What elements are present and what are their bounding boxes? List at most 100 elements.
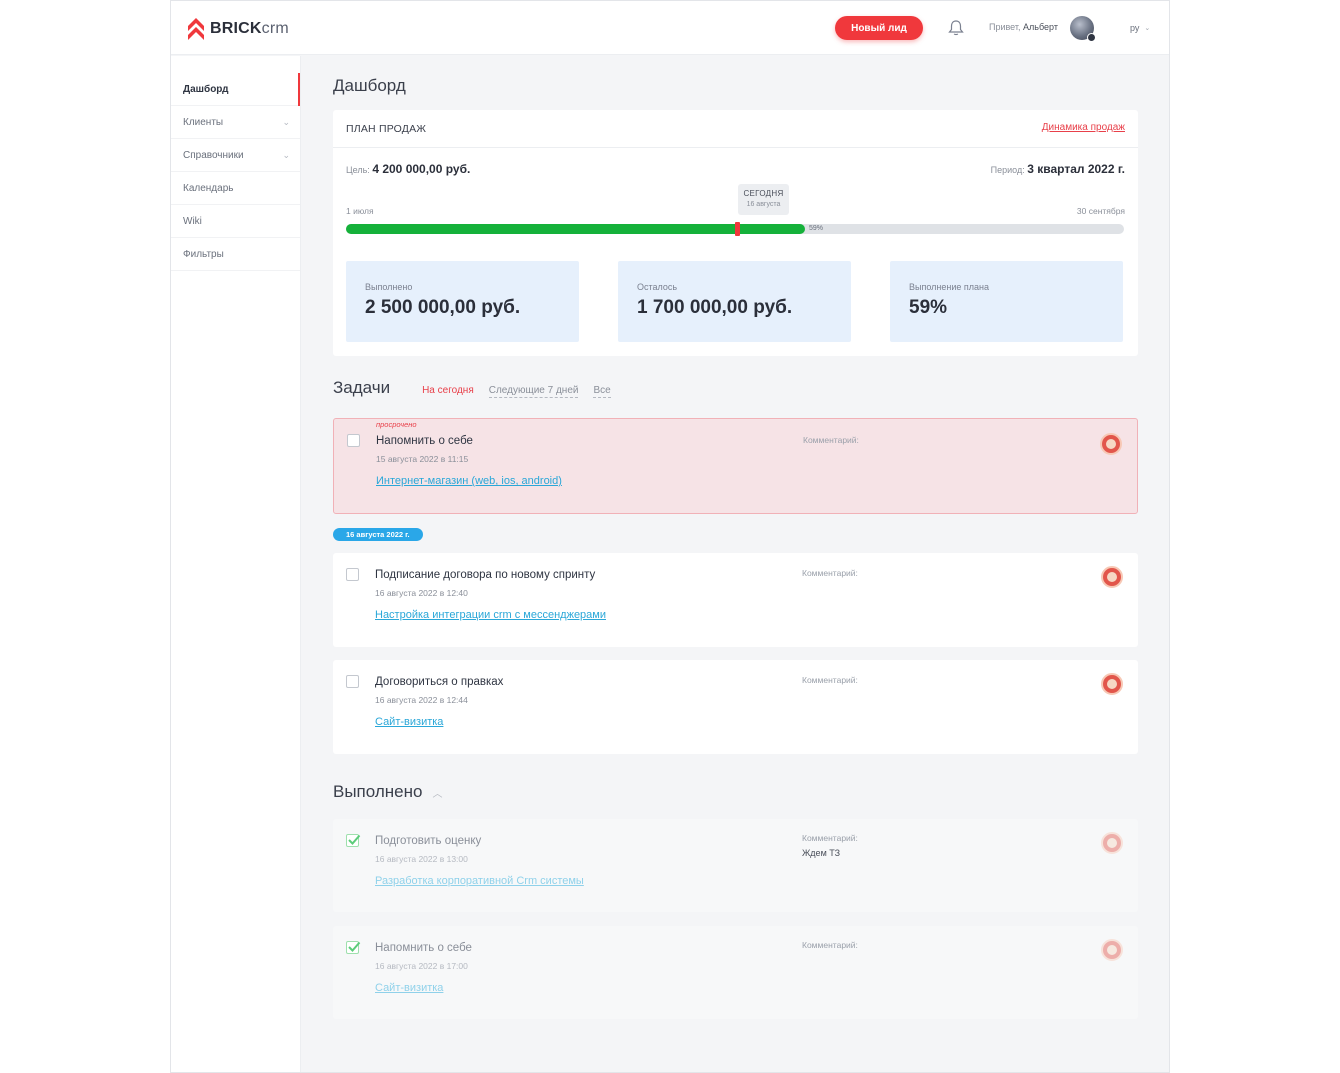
task-card[interactable]: Договориться о правках 16 августа 2022 в… (333, 660, 1138, 754)
done-section-header[interactable]: Выполнено ︿ (333, 782, 442, 802)
chevron-down-icon: ⌄ (1144, 25, 1151, 32)
stat-label: Выполнено (365, 282, 413, 292)
assignee-avatar[interactable] (1101, 939, 1123, 961)
task-name: Подписание договора по новому спринту (375, 569, 596, 581)
top-bar: BRICKcrm Новый лид Привет, Альберт ру ⌄ (171, 1, 1169, 55)
sidebar: Дашборд Клиенты ⌄ Справочники ⌄ Календарь … (171, 56, 301, 1072)
comment-label: Комментарий: (802, 940, 858, 950)
tab-today[interactable]: На сегодня (422, 385, 474, 397)
stat-completed: Выполнено 2 500 000,00 руб. (346, 261, 579, 342)
tab-next-7-days[interactable]: Следующие 7 дней (488, 385, 579, 398)
sales-plan-title: ПЛАН ПРОДАЖ (346, 123, 427, 135)
task-name: Договориться о правках (375, 676, 504, 688)
task-name: Напомнить о себе (375, 942, 472, 954)
today-marker (735, 222, 740, 236)
logo[interactable]: BRICKcrm (188, 17, 289, 41)
checkmark-icon (348, 834, 361, 845)
sidebar-item-label: Wiki (183, 215, 202, 227)
stat-plan-completion: Выполнение плана 59% (890, 261, 1123, 342)
greeting-text: Привет, (989, 22, 1021, 32)
assignee-avatar[interactable] (1101, 673, 1123, 695)
task-project-link[interactable]: Сайт-визитка (375, 982, 443, 994)
task-project-link[interactable]: Интернет-магазин (web, ios, android) (376, 475, 562, 487)
overdue-label: просрочено (376, 420, 417, 429)
sidebar-item-references[interactable]: Справочники ⌄ (171, 139, 300, 172)
comment-label: Комментарий: (802, 833, 858, 843)
progress-percent-label: 59% (809, 225, 824, 232)
greeting: Привет, Альберт (989, 22, 1058, 32)
today-label: СЕГОДНЯ (743, 189, 784, 198)
goal: Цель: 4 200 000,00 руб. (346, 162, 470, 176)
stat-label: Осталось (637, 282, 678, 292)
sales-plan-card: ПЛАН ПРОДАЖ Динамика продаж Цель: 4 200 … (333, 110, 1138, 356)
logo-text-light: crm (261, 20, 289, 37)
goal-label: Цель: (346, 165, 370, 175)
task-checkbox[interactable] (347, 434, 360, 447)
chevron-down-icon: ⌄ (282, 117, 290, 127)
logo-text-bold: BRICK (210, 20, 262, 37)
avatar-face-icon (1107, 838, 1117, 848)
comment-label: Комментарий: (802, 568, 858, 578)
period-end-label: 30 сентября (1076, 206, 1125, 216)
avatar-face-icon (1106, 439, 1116, 449)
task-card-overdue[interactable]: просрочено Напомнить о себе 15 августа 2… (333, 418, 1138, 514)
tasks-header: Задачи На сегодня Следующие 7 дней Все (333, 378, 626, 398)
stat-value: 2 500 000,00 руб. (365, 297, 521, 318)
page-title: Дашборд (333, 76, 406, 95)
stat-value: 1 700 000,00 руб. (637, 297, 793, 318)
task-name: Подготовить оценку (375, 835, 482, 847)
task-checkbox-checked[interactable] (346, 834, 361, 847)
assignee-avatar[interactable] (1101, 566, 1123, 588)
task-checkbox[interactable] (346, 675, 359, 688)
task-project-link[interactable]: Разработка корпоративной Crm системы (375, 875, 584, 887)
period-value: 3 квартал 2022 г. (1027, 162, 1125, 176)
chevron-down-icon: ⌄ (282, 150, 290, 160)
task-card-done[interactable]: Напомнить о себе 16 августа 2022 в 17:00… (333, 926, 1138, 1019)
user-name: Альберт (1023, 22, 1058, 32)
task-card[interactable]: Подписание договора по новому спринту 16… (333, 553, 1138, 647)
task-name: Напомнить о себе (376, 435, 473, 447)
sidebar-item-clients[interactable]: Клиенты ⌄ (171, 106, 300, 139)
task-date: 15 августа 2022 в 11:15 (376, 454, 469, 464)
task-project-link[interactable]: Сайт-визитка (375, 716, 443, 728)
period-label: Период: (990, 165, 1025, 175)
task-checkbox-checked[interactable] (346, 941, 361, 954)
language-selector[interactable]: ру ⌄ (1130, 23, 1150, 33)
stat-label: Выполнение плана (909, 282, 989, 292)
sidebar-item-label: Календарь (183, 182, 234, 194)
sales-dynamics-link[interactable]: Динамика продаж (1042, 122, 1125, 133)
assignee-avatar[interactable] (1101, 832, 1123, 854)
period: Период: 3 квартал 2022 г. (991, 162, 1125, 176)
sidebar-item-wiki[interactable]: Wiki (171, 205, 300, 238)
tasks-title: Задачи (333, 378, 391, 397)
today-tooltip: СЕГОДНЯ 16 августа (738, 184, 789, 215)
sidebar-item-label: Фильтры (183, 248, 224, 260)
task-project-link[interactable]: Настройка интеграции crm с мессенджерами (375, 609, 606, 621)
sidebar-item-label: Дашборд (183, 83, 229, 95)
task-card-done[interactable]: Подготовить оценку 16 августа 2022 в 13:… (333, 819, 1138, 912)
user-avatar[interactable] (1070, 16, 1096, 42)
done-title: Выполнено (333, 782, 423, 801)
period-start-label: 1 июля (346, 206, 374, 216)
comment-label: Комментарий: (802, 675, 858, 685)
today-date: 16 августа (746, 201, 781, 208)
chevron-up-icon[interactable]: ︿ (432, 785, 442, 800)
notifications-icon[interactable] (947, 19, 965, 37)
assignee-avatar[interactable] (1100, 433, 1122, 455)
sidebar-item-label: Справочники (183, 149, 244, 161)
sales-progress-bar: 59% (346, 222, 1124, 236)
task-date: 16 августа 2022 в 12:44 (375, 695, 468, 705)
sidebar-item-dashboard[interactable]: Дашборд (171, 73, 300, 106)
sales-plan-header: ПЛАН ПРОДАЖ Динамика продаж (333, 110, 1138, 148)
task-checkbox[interactable] (346, 568, 359, 581)
online-status-dot (1087, 33, 1096, 42)
new-lead-button[interactable]: Новый лид (835, 16, 923, 40)
brick-logo-icon (188, 18, 204, 40)
avatar-face-icon (1107, 679, 1117, 689)
comment-label: Комментарий: (803, 435, 859, 445)
stat-value: 59% (909, 297, 948, 318)
sidebar-item-label: Клиенты (183, 116, 224, 128)
tab-all[interactable]: Все (593, 385, 611, 398)
sidebar-item-calendar[interactable]: Календарь (171, 172, 300, 205)
sidebar-item-filters[interactable]: Фильтры (171, 238, 300, 271)
